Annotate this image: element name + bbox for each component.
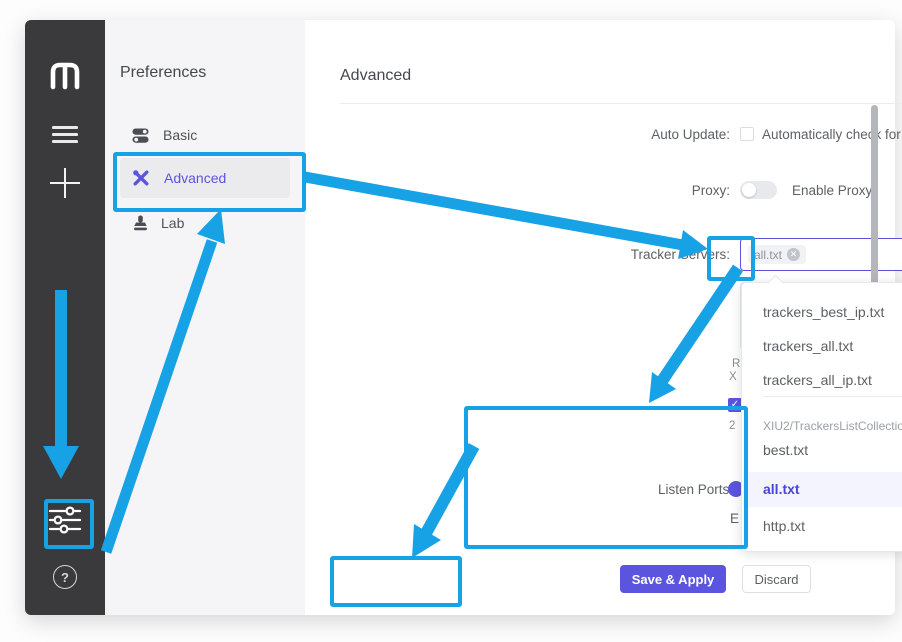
dropdown-option[interactable]: best.txt — [763, 433, 902, 467]
hidden-text-fragment: R — [732, 358, 740, 370]
preferences-panel: Preferences Basic Advanced — [105, 20, 305, 615]
toggles-icon — [132, 127, 149, 144]
nav-item-advanced[interactable]: Advanced — [120, 158, 290, 198]
tracker-dropdown: trackers_best_ip.txt trackers_all.txt tr… — [741, 282, 902, 552]
motrix-logo — [49, 60, 81, 91]
page-title: Advanced — [340, 67, 411, 85]
task-list-icon[interactable] — [52, 126, 78, 143]
discard-button[interactable]: Discard — [742, 565, 811, 593]
dropdown-caret — [768, 275, 784, 291]
listen-ports-label: Listen Ports: — [525, 482, 733, 497]
nav-item-label: Basic — [163, 127, 197, 143]
auto-update-checkbox[interactable] — [740, 127, 754, 141]
selected-tag: all.txt ✕ — [748, 245, 806, 264]
selected-option-label: all.txt — [763, 472, 800, 507]
dropdown-option[interactable]: trackers_all_ip.txt — [763, 363, 902, 397]
proxy-toggle[interactable] — [740, 181, 777, 199]
nav-item-lab[interactable]: Lab — [120, 208, 290, 238]
dropdown-option[interactable]: http.txt — [763, 509, 902, 543]
nav-item-label: Lab — [161, 215, 184, 231]
dropdown-divider — [763, 396, 902, 397]
stamp-icon — [133, 215, 148, 232]
save-apply-button[interactable]: Save & Apply — [620, 565, 726, 593]
proxy-label: Proxy: — [525, 183, 730, 198]
tag-label: all.txt — [754, 248, 782, 262]
nav-item-label: Advanced — [164, 170, 226, 186]
dropdown-option[interactable]: trackers_all.txt — [763, 329, 902, 363]
tracker-servers-label: Tracker Servers: — [525, 247, 730, 262]
panel-title: Preferences — [120, 64, 206, 82]
tag-remove-icon[interactable]: ✕ — [787, 248, 800, 261]
tools-icon — [132, 169, 150, 187]
preferences-sliders-icon[interactable] — [48, 505, 82, 535]
auto-update-checkbox-label[interactable]: Automatically check for update — [762, 127, 902, 142]
add-task-icon[interactable] — [50, 168, 80, 198]
help-question-icon[interactable]: ? — [53, 565, 77, 589]
title-divider — [340, 103, 902, 104]
hidden-text-fragment: E — [730, 511, 739, 526]
update-trackers-checkbox[interactable]: ✓ — [728, 398, 742, 412]
screen: ? Preferences Basic Advanced — [0, 0, 902, 642]
dropdown-group-label: XIU2/TrackersListCollection — [763, 419, 902, 433]
motrix-window: ? Preferences Basic Advanced — [25, 20, 895, 615]
app-sidebar: ? — [25, 20, 105, 615]
dropdown-option-selected[interactable]: all.txt ✓ — [743, 472, 902, 507]
hidden-text-fragment: X — [729, 371, 737, 383]
toggle-knob — [742, 183, 756, 197]
proxy-toggle-label: Enable Proxy — [792, 183, 872, 198]
dropdown-option[interactable]: trackers_best_ip.txt — [763, 295, 902, 329]
settings-content: ✕ Advanced Auto Update: Automatically ch… — [305, 20, 895, 615]
auto-update-label: Auto Update: — [525, 127, 730, 142]
nav-item-basic[interactable]: Basic — [120, 120, 290, 150]
hidden-text-fragment: 2 — [729, 420, 735, 432]
